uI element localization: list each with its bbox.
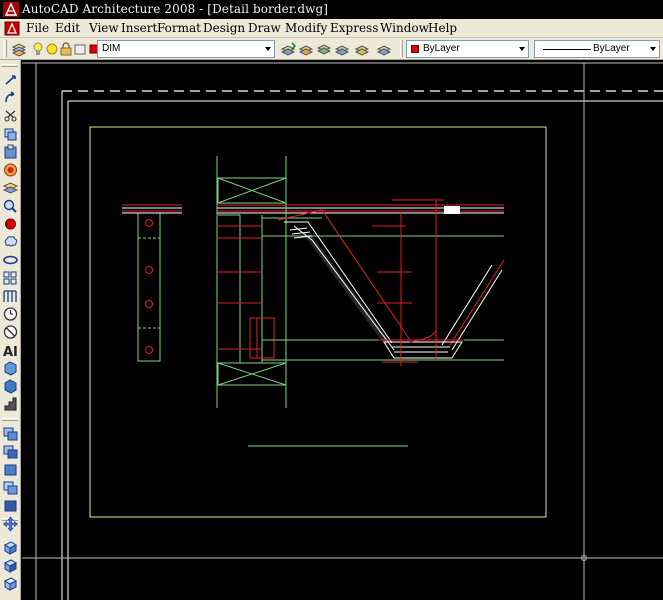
menu-design[interactable]: Design xyxy=(203,21,245,35)
menu-help[interactable]: Help xyxy=(428,21,457,35)
draw-modify-toolbar: AI xyxy=(0,60,21,600)
base-plate xyxy=(137,212,161,362)
grid-icon[interactable] xyxy=(2,270,19,286)
clipboard-icon[interactable] xyxy=(2,144,19,160)
drawing xyxy=(22,62,663,600)
make-current-layer-icon[interactable] xyxy=(280,41,296,57)
color-combo[interactable]: ByLayer xyxy=(406,40,529,58)
toolbar-grip[interactable] xyxy=(4,40,7,57)
record-icon[interactable] xyxy=(2,216,19,232)
stairs-icon[interactable] xyxy=(2,396,19,412)
top-chord xyxy=(122,204,504,214)
stack-icon-5[interactable] xyxy=(2,498,19,514)
scissors-icon[interactable] xyxy=(2,108,19,124)
cube-icon[interactable] xyxy=(2,540,19,556)
target-icon[interactable] xyxy=(2,162,19,178)
layer-states-icon[interactable] xyxy=(316,41,332,57)
cloud-icon[interactable] xyxy=(2,234,19,250)
stack-icon-2[interactable] xyxy=(2,444,19,460)
window-title: AutoCAD Architecture 2008 - [Detail bord… xyxy=(22,2,329,16)
cube-icon-2[interactable] xyxy=(2,558,19,574)
diagonal-members xyxy=(277,209,505,359)
color-swatch xyxy=(411,45,419,53)
box-icon[interactable] xyxy=(2,360,19,376)
menu-bar: File Edit View Insert Format Design Draw… xyxy=(0,19,663,38)
zoom-icon[interactable] xyxy=(2,198,19,214)
linetype-sample xyxy=(543,49,591,50)
layers-icon[interactable] xyxy=(2,180,19,196)
copy-icon[interactable] xyxy=(2,126,19,142)
menu-file[interactable]: File xyxy=(26,21,49,35)
layer-combo[interactable]: DIM xyxy=(97,40,275,58)
layer-isolate-icon[interactable] xyxy=(354,41,370,57)
toolbar-grip[interactable] xyxy=(2,418,18,421)
pan-icon[interactable] xyxy=(2,516,19,532)
hatch-icon[interactable] xyxy=(2,288,19,304)
clock-icon[interactable] xyxy=(2,306,19,322)
text-icon[interactable]: AI xyxy=(2,342,19,358)
toolbar-grip[interactable] xyxy=(2,64,18,67)
layer-previous-icon[interactable] xyxy=(298,41,314,57)
no-entry-icon[interactable] xyxy=(2,324,19,340)
menu-modify[interactable]: Modify xyxy=(285,21,327,35)
cube-icon-3[interactable] xyxy=(2,576,19,592)
sheet-border xyxy=(22,62,663,600)
layer-unisolate-icon[interactable] xyxy=(376,41,392,57)
autocad-app-icon[interactable] xyxy=(3,2,19,17)
menu-format[interactable]: Format xyxy=(157,21,201,35)
toolbar-grip[interactable] xyxy=(400,40,403,57)
chevron-down-icon[interactable] xyxy=(519,47,525,51)
arc-icon[interactable] xyxy=(2,90,19,106)
svg-text:AI: AI xyxy=(3,345,18,358)
chevron-down-icon[interactable] xyxy=(650,47,656,51)
chevron-down-icon[interactable] xyxy=(265,47,271,51)
menu-insert[interactable]: Insert xyxy=(121,21,157,35)
title-bar: AutoCAD Architecture 2008 - [Detail bord… xyxy=(0,0,663,19)
stack-icon-4[interactable] xyxy=(2,480,19,496)
menu-window[interactable]: Window xyxy=(380,21,429,35)
linetype-combo-value: ByLayer xyxy=(593,43,630,54)
menu-express[interactable]: Express xyxy=(330,21,378,35)
layer-manager-icon[interactable] xyxy=(11,41,27,57)
menu-edit[interactable]: Edit xyxy=(55,21,80,35)
layers-toolbar: DIM ByLayer ByLayer xyxy=(0,38,663,60)
drawing-canvas[interactable] xyxy=(22,60,663,600)
menu-draw[interactable]: Draw xyxy=(248,21,281,35)
layer-walk-icon[interactable] xyxy=(334,41,350,57)
stack-icon-3[interactable] xyxy=(2,462,19,478)
color-combo-value: ByLayer xyxy=(423,43,460,54)
stack-icon[interactable] xyxy=(2,426,19,442)
linetype-combo[interactable]: ByLayer xyxy=(534,40,660,58)
column xyxy=(216,156,287,408)
menu-view[interactable]: View xyxy=(89,21,119,35)
ellipse-icon[interactable] xyxy=(2,252,19,268)
box-icon-2[interactable] xyxy=(2,378,19,394)
column-bolts xyxy=(218,225,275,359)
line-icon[interactable] xyxy=(2,72,19,88)
document-icon[interactable] xyxy=(4,21,20,36)
layer-combo-value: DIM xyxy=(102,43,121,54)
